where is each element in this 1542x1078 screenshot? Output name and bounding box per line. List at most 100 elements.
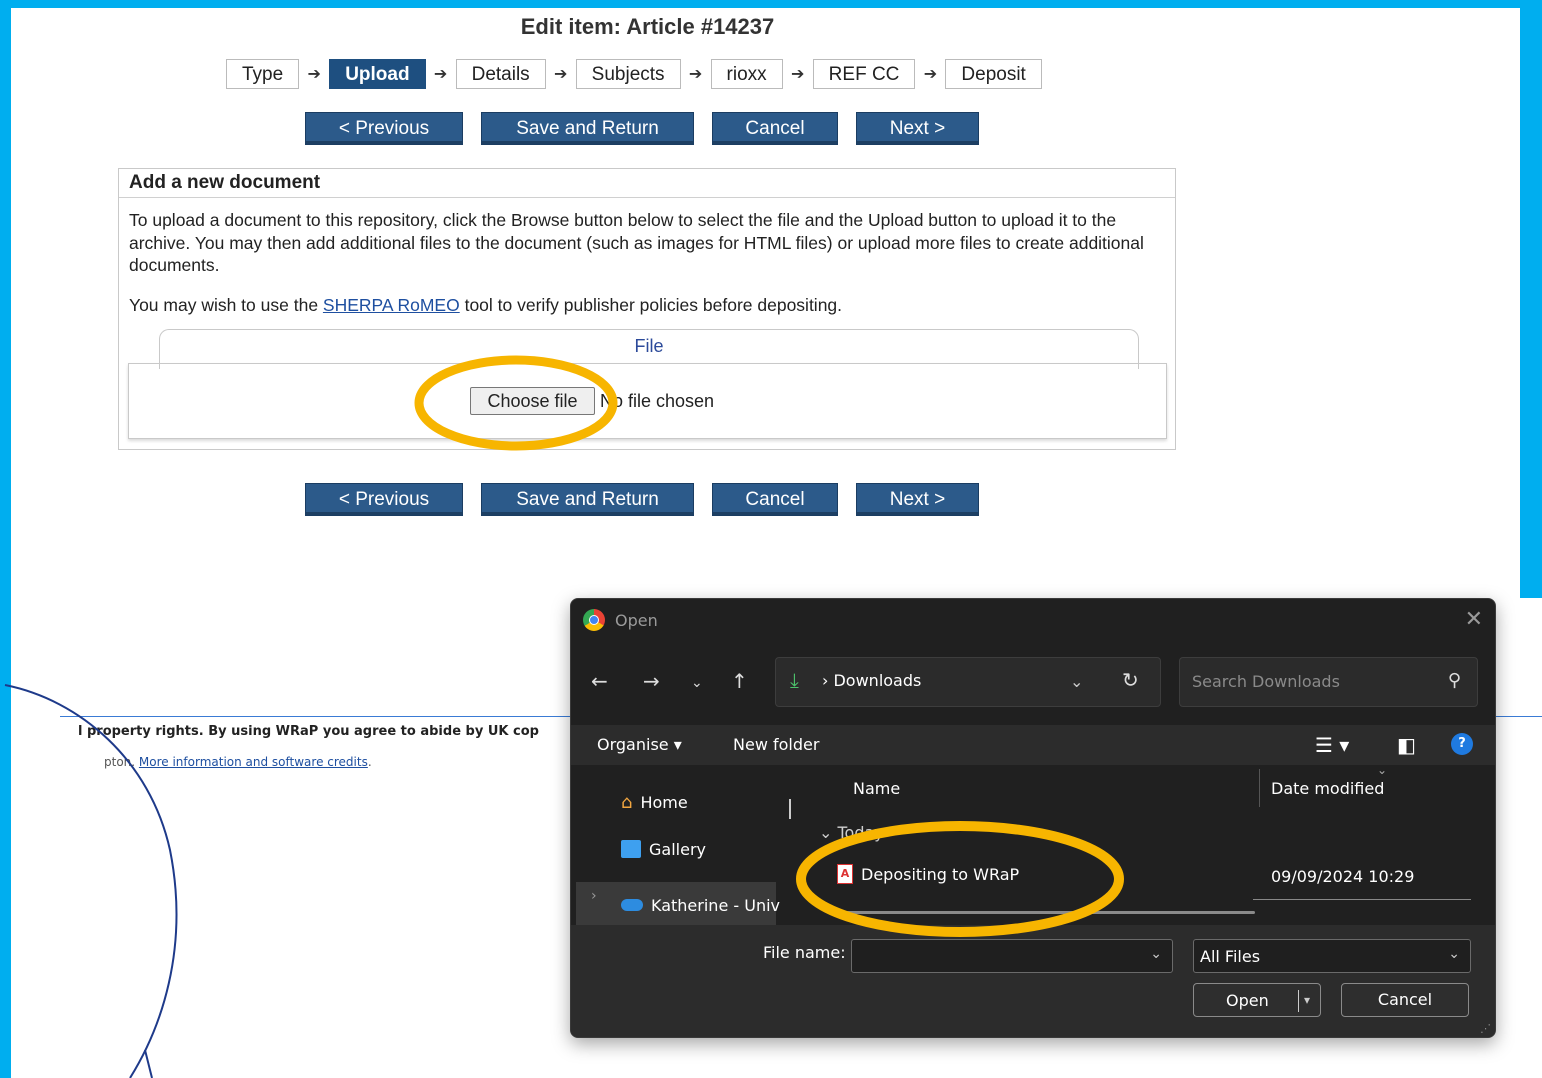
search-input[interactable]: Search Downloads [1192, 672, 1340, 691]
next-button[interactable]: Next > [856, 112, 979, 145]
close-icon[interactable]: ✕ [1465, 607, 1483, 632]
step-deposit[interactable]: Deposit [945, 59, 1042, 89]
arrow-icon: ➔ [688, 66, 703, 83]
new-folder-button[interactable]: New folder [733, 735, 819, 754]
sidebar-item-label: Home [640, 792, 688, 812]
recent-locations-chevron-icon[interactable]: ⌄ [691, 675, 703, 691]
file-type-value: All Files [1200, 947, 1261, 966]
sherpa-note: You may wish to use the SHERPA RoMEO too… [129, 295, 842, 316]
up-arrow-icon[interactable]: ↑ [731, 669, 748, 693]
footer-credits-prefix: pton. [104, 755, 139, 769]
software-credits-link[interactable]: More information and software credits [139, 755, 368, 769]
view-list-icon[interactable]: ☰ ▾ [1315, 733, 1349, 757]
sidebar-item-onedrive[interactable]: Katherine - Univ [621, 882, 780, 928]
row-divider [1253, 899, 1471, 900]
next-button[interactable]: Next > [856, 483, 979, 516]
chevron-down-icon[interactable]: ▾ [1304, 990, 1318, 1010]
previous-button[interactable]: < Previous [305, 483, 463, 516]
save-and-return-button[interactable]: Save and Return [481, 112, 694, 145]
footer-credits: pton. More information and software cred… [104, 755, 372, 769]
dialog-titlebar: Open [583, 609, 658, 631]
footer-credits-suffix: . [367, 755, 372, 769]
download-icon: ⤓ [790, 668, 799, 692]
upload-instructions: To upload a document to this repository,… [129, 210, 1144, 275]
column-header-name[interactable]: Name [853, 779, 900, 798]
sherpa-prefix: You may wish to use the [129, 295, 323, 315]
arrow-icon: ➔ [790, 66, 805, 83]
sherpa-romeo-link[interactable]: SHERPA RoMEO [323, 295, 460, 315]
arrow-icon: ➔ [433, 66, 448, 83]
back-arrow-icon[interactable]: ← [591, 669, 608, 693]
gallery-icon [621, 840, 641, 858]
breadcrumb-downloads[interactable]: Downloads [833, 671, 921, 690]
column-separator[interactable] [1259, 769, 1260, 807]
pdf-icon: A [837, 864, 853, 884]
sidebar-item-gallery[interactable]: Gallery [621, 834, 706, 864]
file-item[interactable]: A Depositing to WRaP [837, 864, 1019, 884]
dialog-footer: File name: ⌄ All Files ⌄ Open ▾ Cancel ⋰ [571, 925, 1495, 1037]
dialog-toolbar: Organise ▾ New folder ☰ ▾ ◧ ? [571, 725, 1495, 765]
address-bar[interactable]: ⤓ › Downloads ⌄ ↻ [775, 657, 1161, 707]
sherpa-suffix: tool to verify publisher policies before… [459, 295, 843, 315]
cancel-button[interactable]: Cancel [712, 483, 838, 516]
step-rioxx[interactable]: rioxx [710, 59, 783, 89]
file-type-select[interactable]: All Files ⌄ [1193, 939, 1471, 973]
open-button-label: Open [1226, 991, 1269, 1010]
cancel-button[interactable]: Cancel [712, 112, 838, 145]
file-item-date: 09/09/2024 10:29 [1271, 867, 1415, 886]
resize-grip-icon[interactable]: ⋰ [1480, 1022, 1491, 1035]
chevron-right-icon[interactable]: › [591, 888, 597, 904]
group-header-today[interactable]: ⌄ Today [819, 823, 884, 842]
address-chevron-icon[interactable]: ⌄ [1070, 672, 1083, 691]
page-frame-left [0, 0, 11, 1078]
open-button[interactable]: Open ▾ [1193, 983, 1321, 1017]
step-type[interactable]: Type [226, 59, 300, 89]
workflow-stepper: Type ➔ Upload ➔ Details ➔ Subjects ➔ rio… [226, 58, 1042, 90]
step-subjects[interactable]: Subjects [575, 59, 681, 89]
choose-file-button[interactable]: Choose file [470, 387, 595, 415]
sort-chevron-icon: ⌄ [1377, 763, 1388, 777]
sidebar-item-label: Katherine - Univ [651, 895, 780, 915]
refresh-icon[interactable]: ↻ [1122, 668, 1139, 692]
breadcrumb[interactable]: › Downloads [822, 671, 921, 690]
step-upload[interactable]: Upload [329, 59, 426, 89]
search-box[interactable]: Search Downloads ⚲ [1179, 657, 1478, 707]
file-open-dialog: Open ✕ ← → ⌄ ↑ ⤓ › Downloads ⌄ ↻ Search … [570, 598, 1496, 1038]
dialog-cancel-button[interactable]: Cancel [1341, 983, 1469, 1017]
cloud-icon [621, 899, 643, 911]
annotation-curve [4, 684, 178, 1078]
previous-button[interactable]: < Previous [305, 112, 463, 145]
add-document-panel: Add a new document To upload a document … [118, 168, 1176, 450]
column-header-date[interactable]: Date modified [1271, 779, 1384, 798]
forward-arrow-icon[interactable]: → [643, 669, 660, 693]
footer-rights-text: l property rights. By using WRaP you agr… [78, 724, 539, 739]
sidebar-item-home[interactable]: ⌂ Home [621, 787, 688, 817]
no-file-status: No file chosen [600, 391, 715, 411]
file-item-name: Depositing to WRaP [861, 864, 1020, 884]
step-details[interactable]: Details [455, 59, 546, 89]
sidebar-item-label: Gallery [649, 839, 706, 859]
organise-menu[interactable]: Organise ▾ [597, 735, 682, 754]
annotation-curve-tail [144, 1049, 153, 1078]
chevron-down-icon[interactable]: ⌄ [1448, 946, 1460, 962]
file-name-input[interactable]: ⌄ [851, 939, 1173, 973]
pane-splitter[interactable] [789, 799, 791, 819]
help-icon[interactable]: ? [1451, 733, 1473, 755]
split-divider [1298, 990, 1299, 1012]
group-label: Today [837, 823, 884, 842]
chrome-icon [583, 609, 605, 631]
save-and-return-button[interactable]: Save and Return [481, 483, 694, 516]
panel-heading: Add a new document [119, 169, 1175, 198]
file-name-label: File name: [763, 943, 846, 962]
chevron-down-icon[interactable]: ⌄ [1150, 946, 1162, 962]
arrow-icon: ➔ [553, 66, 568, 83]
bottom-button-row: < Previous Save and Return Cancel Next > [305, 483, 979, 516]
home-icon: ⌂ [621, 791, 633, 813]
arrow-icon: ➔ [923, 66, 938, 83]
search-icon[interactable]: ⚲ [1448, 670, 1461, 691]
horizontal-scrollbar[interactable] [835, 911, 1255, 914]
page-frame-top [0, 0, 1542, 8]
step-ref-cc[interactable]: REF CC [812, 59, 916, 89]
preview-pane-icon[interactable]: ◧ [1397, 733, 1416, 757]
page-frame-right [1520, 0, 1542, 598]
